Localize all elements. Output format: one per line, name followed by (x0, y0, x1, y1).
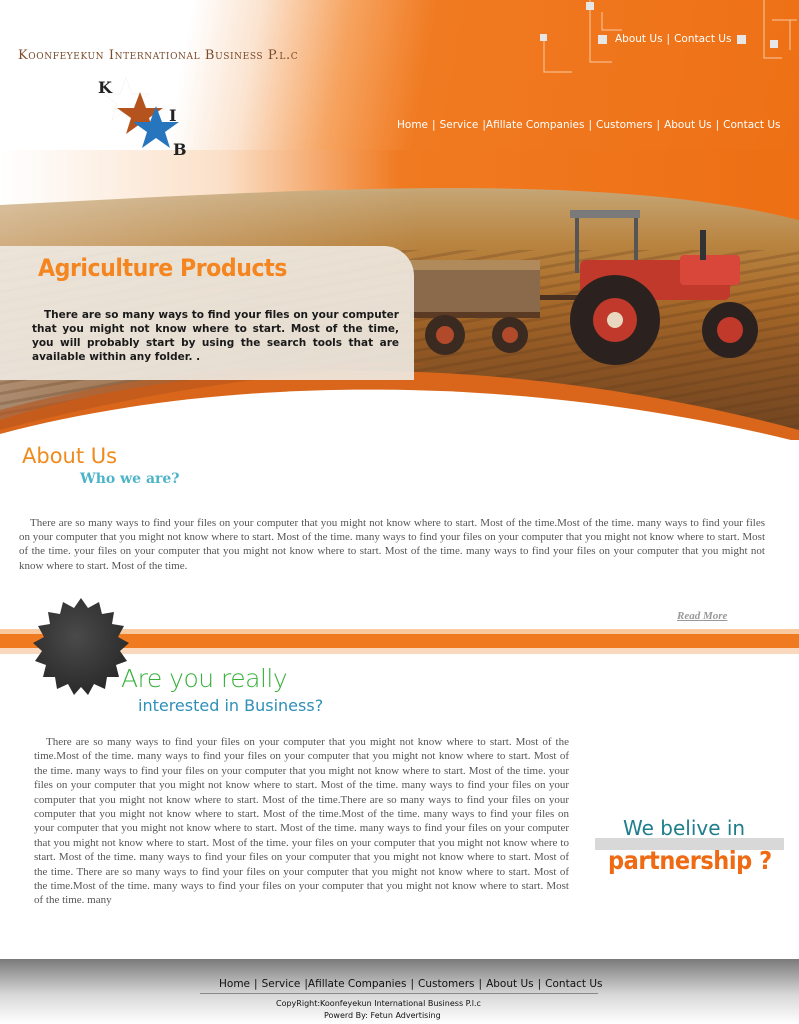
kib-logo[interactable]: K I B (96, 74, 196, 164)
logo-letter-b: B (173, 140, 187, 159)
separator: | (478, 978, 483, 990)
about-subtitle: Who we are? (80, 471, 180, 487)
company-name: Koonfeyekun International Business P.l.c (18, 48, 299, 63)
read-more-link[interactable]: Read More (677, 610, 727, 622)
separator: | (588, 119, 593, 131)
copyright-text: CopyRight:Koonfeyekun International Busi… (276, 999, 481, 1008)
nav-home[interactable]: Home (397, 119, 428, 131)
square-bullet-icon (598, 34, 607, 44)
banner-text: There are so many ways to find your file… (32, 309, 399, 363)
logo-letter-k: K (98, 78, 112, 97)
nav-service[interactable]: Service (440, 119, 479, 131)
partnership-line-2: partnership ? (608, 846, 772, 875)
separator: | (666, 33, 671, 45)
top-link-about[interactable]: About Us (615, 33, 663, 45)
business-subtitle: interested in Business? (138, 696, 324, 715)
square-bullet-icon (737, 34, 747, 44)
about-title: About Us (22, 444, 118, 468)
nav-customers[interactable]: Customers (596, 119, 652, 131)
footer-nav-service[interactable]: Service (262, 978, 301, 990)
logo-letter-i: I (169, 106, 177, 125)
separator: | (410, 978, 415, 990)
main-nav: Home | Service | Afillate Companies | Cu… (397, 119, 781, 131)
about-text: There are so many ways to find your file… (19, 517, 765, 572)
footer-nav-contact-us[interactable]: Contact Us (545, 978, 602, 990)
business-title: Are you really (121, 664, 288, 693)
top-links: About Us | Contact Us (598, 32, 747, 46)
banner-title: Agriculture Products (38, 254, 287, 282)
starburst-badge-icon (33, 598, 129, 695)
footer-nav-home[interactable]: Home (219, 978, 250, 990)
powered-by-text: Powerd By: Fetun Advertising (324, 1011, 441, 1020)
nav-about-us[interactable]: About Us (664, 119, 712, 131)
business-text: There are so many ways to find your file… (34, 736, 569, 907)
separator: | (656, 119, 661, 131)
top-link-contact[interactable]: Contact Us (674, 33, 731, 45)
footer-nav: Home | Service | Afillate Companies | Cu… (219, 978, 603, 990)
footer-nav-about-us[interactable]: About Us (486, 978, 534, 990)
separator: | (715, 119, 720, 131)
header-banner: Koonfeyekun International Business P.l.c… (0, 0, 799, 440)
separator: | (254, 978, 258, 990)
separator: | (537, 978, 542, 990)
footer-divider (200, 993, 598, 994)
nav-affiliate-companies[interactable]: Afillate Companies (486, 119, 585, 131)
footer-nav-customers[interactable]: Customers (418, 978, 474, 990)
footer-nav-affiliate-companies[interactable]: Afillate Companies (308, 978, 407, 990)
partnership-line-1: We belive in (623, 816, 746, 840)
separator: | (432, 119, 436, 131)
nav-contact-us[interactable]: Contact Us (723, 119, 780, 131)
